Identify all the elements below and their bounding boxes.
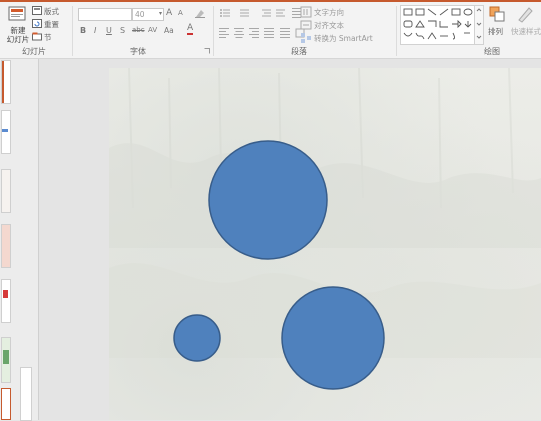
arrange-icon bbox=[489, 6, 505, 22]
chevron-down-icon: ▾ bbox=[158, 10, 162, 17]
arrange-button[interactable]: 排列 bbox=[486, 5, 510, 45]
new-slide-button[interactable]: 新建 幻灯片 bbox=[4, 4, 29, 44]
section-icon bbox=[32, 32, 42, 41]
thumbnail-content bbox=[2, 129, 8, 132]
font-size-value: 40 bbox=[135, 10, 145, 19]
quick-styles-icon bbox=[518, 7, 533, 23]
shapes-layer bbox=[173, 140, 385, 390]
underline-button[interactable]: U bbox=[106, 26, 112, 35]
shapes-gallery-icons bbox=[403, 8, 473, 40]
italic-button[interactable]: I bbox=[94, 26, 96, 35]
slide-thumbnail[interactable] bbox=[1, 279, 11, 323]
grow-font-button[interactable]: A bbox=[166, 8, 172, 18]
slide-thumbnail[interactable] bbox=[1, 60, 11, 104]
slide-thumbnail[interactable] bbox=[1, 224, 11, 268]
slides-group-label: 幻灯片 bbox=[22, 47, 46, 56]
convert-smartart-button[interactable]: 转换为 SmartArt bbox=[314, 33, 373, 44]
reset-label: 重置 bbox=[44, 20, 59, 29]
bold-button[interactable]: B bbox=[80, 26, 86, 35]
shadow-text-button[interactable]: S bbox=[120, 26, 125, 35]
shrink-font-button[interactable]: A bbox=[178, 9, 183, 17]
text-direction-button[interactable]: 文字方向 bbox=[314, 7, 344, 18]
thumbnail-content bbox=[3, 350, 9, 364]
separator bbox=[396, 6, 397, 56]
smartart-icon bbox=[301, 33, 311, 43]
separator bbox=[213, 6, 214, 56]
new-slide-label: 新建 幻灯片 bbox=[6, 26, 30, 44]
align-text-icon bbox=[300, 20, 312, 30]
slide-canvas[interactable] bbox=[109, 68, 541, 420]
list-buttons[interactable] bbox=[218, 7, 308, 19]
thumbnail-content bbox=[3, 290, 8, 298]
quick-styles-button[interactable]: 快速样式 bbox=[510, 5, 541, 45]
selection-indicator bbox=[2, 61, 4, 103]
drawing-group-label: 绘图 bbox=[484, 47, 500, 56]
shapes-gallery[interactable] bbox=[400, 5, 476, 45]
font-size-select[interactable]: 40 ▾ bbox=[132, 8, 164, 21]
layout-label: 版式 bbox=[44, 7, 59, 16]
large-circle-shape[interactable] bbox=[208, 140, 328, 260]
change-case-button[interactable]: Aa bbox=[164, 26, 174, 35]
align-text-button[interactable]: 对齐文本 bbox=[314, 20, 344, 31]
medium-circle-shape[interactable] bbox=[281, 286, 385, 390]
slide-thumbnail-panel bbox=[0, 59, 39, 420]
text-direction-icon bbox=[300, 6, 312, 18]
slide-thumbnail[interactable] bbox=[1, 337, 11, 383]
slide-thumbnail[interactable] bbox=[1, 110, 11, 154]
dialog-launcher-icon[interactable] bbox=[204, 48, 210, 54]
font-color-button[interactable]: A bbox=[187, 24, 194, 35]
ribbon: 新建 幻灯片 版式 重置 节 幻灯片 40 ▾ A A B I U S abc … bbox=[0, 2, 541, 59]
slide-thumbnail[interactable] bbox=[1, 169, 11, 213]
panel-scrollbar-thumb[interactable] bbox=[20, 367, 32, 421]
quick-styles-label: 快速样式 bbox=[511, 27, 541, 36]
font-name-input[interactable] bbox=[78, 8, 132, 21]
clear-format-icon[interactable] bbox=[194, 8, 206, 19]
small-circle-shape[interactable] bbox=[173, 314, 221, 362]
gallery-scroll-arrows-icon bbox=[476, 8, 482, 39]
arrange-label: 排列 bbox=[488, 27, 503, 36]
shapes-gallery-scroll[interactable] bbox=[474, 5, 484, 45]
layout-icon bbox=[32, 6, 42, 15]
character-spacing-button[interactable]: AV bbox=[148, 26, 157, 34]
reset-icon bbox=[32, 19, 42, 28]
slide-thumbnail-selected[interactable] bbox=[1, 388, 11, 420]
alignment-buttons[interactable] bbox=[218, 27, 308, 39]
separator bbox=[72, 6, 73, 56]
strikethrough-button[interactable]: abc bbox=[132, 26, 145, 34]
font-group-label: 字体 bbox=[130, 47, 146, 56]
section-label: 节 bbox=[44, 33, 52, 42]
new-slide-icon bbox=[8, 6, 26, 21]
paragraph-group-label: 段落 bbox=[291, 47, 307, 56]
